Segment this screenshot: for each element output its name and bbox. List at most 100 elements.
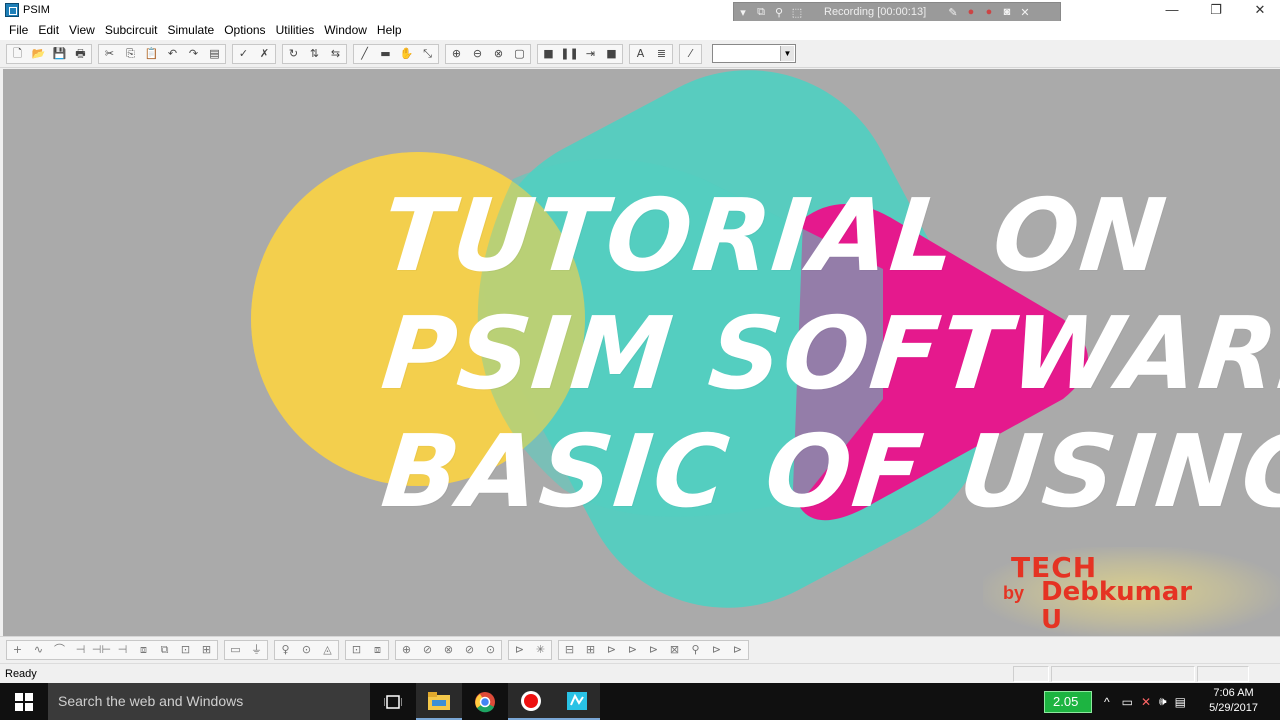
element-button-icon[interactable]: ⊳ [601,641,622,659]
tool-button-icon[interactable]: 💾 [49,45,70,63]
element-button-icon[interactable]: ⊟ [559,641,580,659]
taskbar-search[interactable]: Search the web and Windows [48,683,370,720]
element-button-icon[interactable]: ⊡ [346,641,367,659]
tool-button-icon[interactable]: 🖶 [70,45,91,63]
tool-button-icon[interactable]: ✗ [254,45,275,63]
element-button-icon[interactable]: ▭ [225,641,246,659]
record-icon[interactable]: ● [962,6,980,18]
taskbar-clock[interactable]: 7:06 AM 5/29/2017 [1209,686,1258,716]
tool-button-icon[interactable]: ≣ [651,45,672,63]
element-button-icon[interactable]: ♀ [275,641,296,659]
element-button-icon[interactable]: ⏚ [246,641,267,659]
menu-simulate[interactable]: Simulate [163,21,220,40]
tool-button-icon[interactable]: 📋 [141,45,162,63]
battery-badge[interactable]: 2.05 [1044,691,1092,713]
element-button-icon[interactable]: ◬ [317,641,338,659]
tool-button-icon[interactable]: ↷ [183,45,204,63]
element-button-icon[interactable]: ⊳ [622,641,643,659]
element-button-icon[interactable]: ⊙ [480,641,501,659]
menu-utilities[interactable]: Utilities [271,21,320,40]
tool-button-icon[interactable]: ⊕ [446,45,467,63]
chevron-up-icon[interactable]: ^ [1104,695,1110,709]
stop-icon[interactable]: ● [980,6,998,18]
restore-button[interactable]: ❐ [1194,0,1238,21]
pen-icon[interactable]: ✎ [944,6,962,19]
element-button-icon[interactable]: ⊣ [70,641,91,659]
minimize-button[interactable]: — [1150,0,1194,21]
element-button-icon[interactable]: ∿ [28,641,49,659]
tool-button-icon[interactable]: ⇥ [580,45,601,63]
tool-button-icon[interactable]: ✋ [396,45,417,63]
element-button-icon[interactable]: ⊘ [459,641,480,659]
element-button-icon[interactable]: ⧈ [367,641,388,659]
menu-options[interactable]: Options [219,21,270,40]
tool-button-icon[interactable]: ⎘ [120,45,141,63]
element-button-icon[interactable]: + [7,641,28,659]
element-button-icon[interactable]: ⊣ [112,641,133,659]
tool-button-icon[interactable]: A [630,45,651,63]
notifications-icon[interactable]: ▤ [1175,695,1186,709]
tool-button-icon[interactable]: ⇅ [304,45,325,63]
region-icon[interactable]: ⬚ [788,6,806,19]
menu-subcircuit[interactable]: Subcircuit [100,21,163,40]
tool-button-icon[interactable]: ↶ [162,45,183,63]
menu-view[interactable]: View [64,21,100,40]
tool-button-icon[interactable]: ■ [538,45,559,63]
element-button-icon[interactable]: ⊳ [643,641,664,659]
chevron-down-icon[interactable]: ▼ [780,46,794,61]
menu-window[interactable]: Window [319,21,372,40]
file-explorer-icon[interactable] [416,683,462,720]
element-button-icon[interactable]: ✳ [530,641,551,659]
element-button-icon[interactable]: ⌒ [49,641,70,659]
task-view-icon[interactable] [370,683,416,720]
window-icon[interactable]: ⧉ [752,6,770,19]
tool-button-icon[interactable]: ⊗ [488,45,509,63]
element-button-icon[interactable]: ⊳ [727,641,748,659]
battery-icon[interactable]: ▭ [1122,695,1133,709]
psim-icon[interactable] [554,683,600,720]
tool-button-icon[interactable]: ⤡ [417,45,438,63]
tool-button-icon[interactable]: ■ [601,45,622,63]
zoom-icon[interactable]: ⚲ [770,6,788,19]
start-button[interactable] [0,683,48,720]
psim-app-icon[interactable] [5,3,19,17]
chrome-icon[interactable] [462,683,508,720]
menu-edit[interactable]: Edit [33,21,64,40]
element-button-icon[interactable]: ⊕ [396,641,417,659]
tool-button-icon[interactable]: ▤ [204,45,225,63]
tool-button-icon[interactable]: 📂 [28,45,49,63]
tool-button-icon[interactable]: ✓ [233,45,254,63]
tool-button-icon[interactable]: ▢ [509,45,530,63]
dropdown-icon[interactable]: ▾ [734,6,752,19]
tool-button-icon[interactable]: ⊖ [467,45,488,63]
close-button[interactable]: ✕ [1238,0,1280,21]
tool-button-icon[interactable]: ↻ [283,45,304,63]
element-button-icon[interactable]: ⊠ [664,641,685,659]
tool-button-icon[interactable]: ⁄ [680,45,701,63]
element-button-icon[interactable]: ⊳ [706,641,727,659]
tool-button-icon[interactable]: ❚❚ [559,45,580,63]
element-button-icon[interactable]: ⊣⊢ [91,641,112,659]
volume-icon[interactable]: 🕪 [1159,694,1167,709]
menu-file[interactable]: File [4,21,33,40]
recorder-icon[interactable] [508,683,554,720]
tool-button-icon[interactable]: ⇆ [325,45,346,63]
tool-button-icon[interactable]: ╱ [354,45,375,63]
element-button-icon[interactable]: ⊳ [509,641,530,659]
element-button-icon[interactable]: ⊞ [196,641,217,659]
zoom-combo[interactable]: ▼ [712,44,796,63]
tool-button-icon[interactable]: ✂ [99,45,120,63]
element-button-icon[interactable]: ⧈ [133,641,154,659]
element-button-icon[interactable]: ⊙ [296,641,317,659]
tool-button-icon[interactable]: 🗋 [7,45,28,63]
network-icon[interactable]: ✕ [1141,695,1151,709]
element-button-icon[interactable]: ⊗ [438,641,459,659]
element-button-icon[interactable]: ⊞ [580,641,601,659]
element-button-icon[interactable]: ⧉ [154,641,175,659]
close-icon[interactable]: ✕ [1016,6,1034,19]
menu-help[interactable]: Help [372,21,407,40]
element-button-icon[interactable]: ⊡ [175,641,196,659]
camera-icon[interactable]: ◙ [998,6,1016,18]
element-button-icon[interactable]: ⚲ [685,641,706,659]
element-button-icon[interactable]: ⊘ [417,641,438,659]
